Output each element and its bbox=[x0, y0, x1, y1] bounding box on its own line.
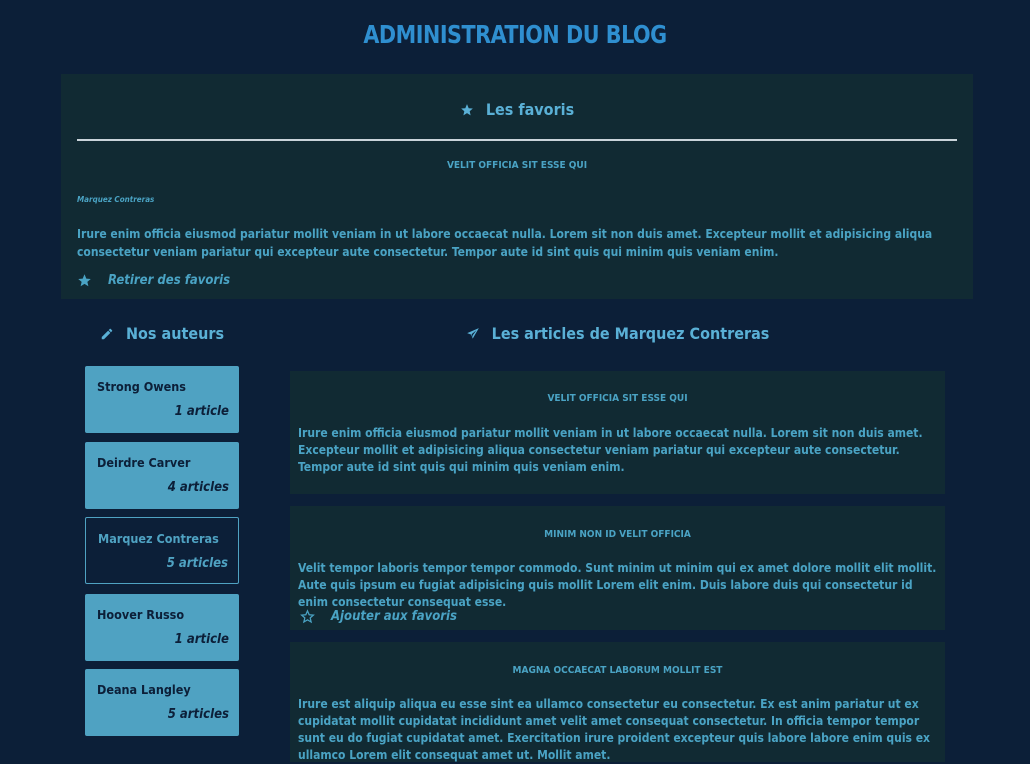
author-article-count: 1 article bbox=[174, 404, 229, 419]
author-name: Deirdre Carver bbox=[97, 455, 191, 470]
pencil-icon bbox=[100, 327, 114, 341]
article-body: Velit tempor laboris tempor tempor commo… bbox=[298, 561, 937, 609]
author-card[interactable]: Deirdre Carver 4 articles bbox=[85, 442, 239, 509]
authors-heading: Nos auteurs bbox=[86, 324, 238, 343]
favorites-heading: Les favoris bbox=[61, 100, 973, 119]
article-card: MAGNA OCCAECAT LABORUM MOLLIT EST Irure … bbox=[290, 642, 945, 762]
author-card[interactable]: Deana Langley 5 articles bbox=[85, 669, 239, 736]
favorite-article-body: Irure enim officia eiusmod pariatur moll… bbox=[77, 227, 933, 259]
author-name: Strong Owens bbox=[97, 379, 187, 394]
author-article-count: 5 articles bbox=[167, 707, 229, 722]
article-title: MINIM NON ID VELIT OFFICIA bbox=[544, 529, 691, 540]
articles-heading-label: Les articles de Marquez Contreras bbox=[491, 324, 770, 343]
articles-heading: Les articles de Marquez Contreras bbox=[290, 324, 945, 343]
author-article-count: 5 articles bbox=[166, 556, 228, 571]
author-article-count: 4 articles bbox=[167, 480, 229, 495]
star-outline-icon bbox=[300, 609, 315, 624]
favorites-divider bbox=[77, 139, 957, 141]
author-article-count: 1 article bbox=[174, 632, 229, 647]
favorites-panel: Les favoris VELIT OFFICIA SIT ESSE QUI M… bbox=[61, 74, 973, 299]
author-card[interactable]: Strong Owens 1 article bbox=[85, 366, 239, 433]
article-title: MAGNA OCCAECAT LABORUM MOLLIT EST bbox=[512, 665, 723, 676]
star-filled-icon bbox=[77, 273, 92, 288]
article-title: VELIT OFFICIA SIT ESSE QUI bbox=[547, 393, 688, 404]
star-icon bbox=[460, 103, 474, 117]
remove-favorite-label: Retirer des favoris bbox=[108, 273, 231, 288]
favorites-heading-label: Les favoris bbox=[485, 100, 575, 119]
author-name: Hoover Russo bbox=[97, 607, 185, 622]
page-title: ADMINISTRATION DU BLOG bbox=[363, 20, 667, 49]
author-name: Deana Langley bbox=[97, 682, 191, 697]
favorite-article-title: VELIT OFFICIA SIT ESSE QUI bbox=[446, 160, 588, 171]
add-favorite-button[interactable]: Ajouter aux favoris bbox=[300, 609, 457, 624]
author-card-selected[interactable]: Marquez Contreras 5 articles bbox=[85, 517, 239, 584]
article-card: MINIM NON ID VELIT OFFICIA Velit tempor … bbox=[290, 506, 945, 630]
author-card[interactable]: Hoover Russo 1 article bbox=[85, 594, 239, 661]
article-body: Irure est aliquip aliqua eu esse sint ea… bbox=[298, 697, 931, 762]
article-card: VELIT OFFICIA SIT ESSE QUI Irure enim of… bbox=[290, 371, 945, 494]
add-favorite-label: Ajouter aux favoris bbox=[331, 609, 457, 624]
paper-plane-icon bbox=[466, 327, 480, 341]
article-body: Irure enim officia eiusmod pariatur moll… bbox=[298, 426, 923, 474]
remove-favorite-button[interactable]: Retirer des favoris bbox=[77, 273, 230, 288]
authors-heading-label: Nos auteurs bbox=[125, 324, 225, 343]
favorite-article-author: Marquez Contreras bbox=[77, 195, 155, 204]
author-name: Marquez Contreras bbox=[98, 531, 219, 546]
